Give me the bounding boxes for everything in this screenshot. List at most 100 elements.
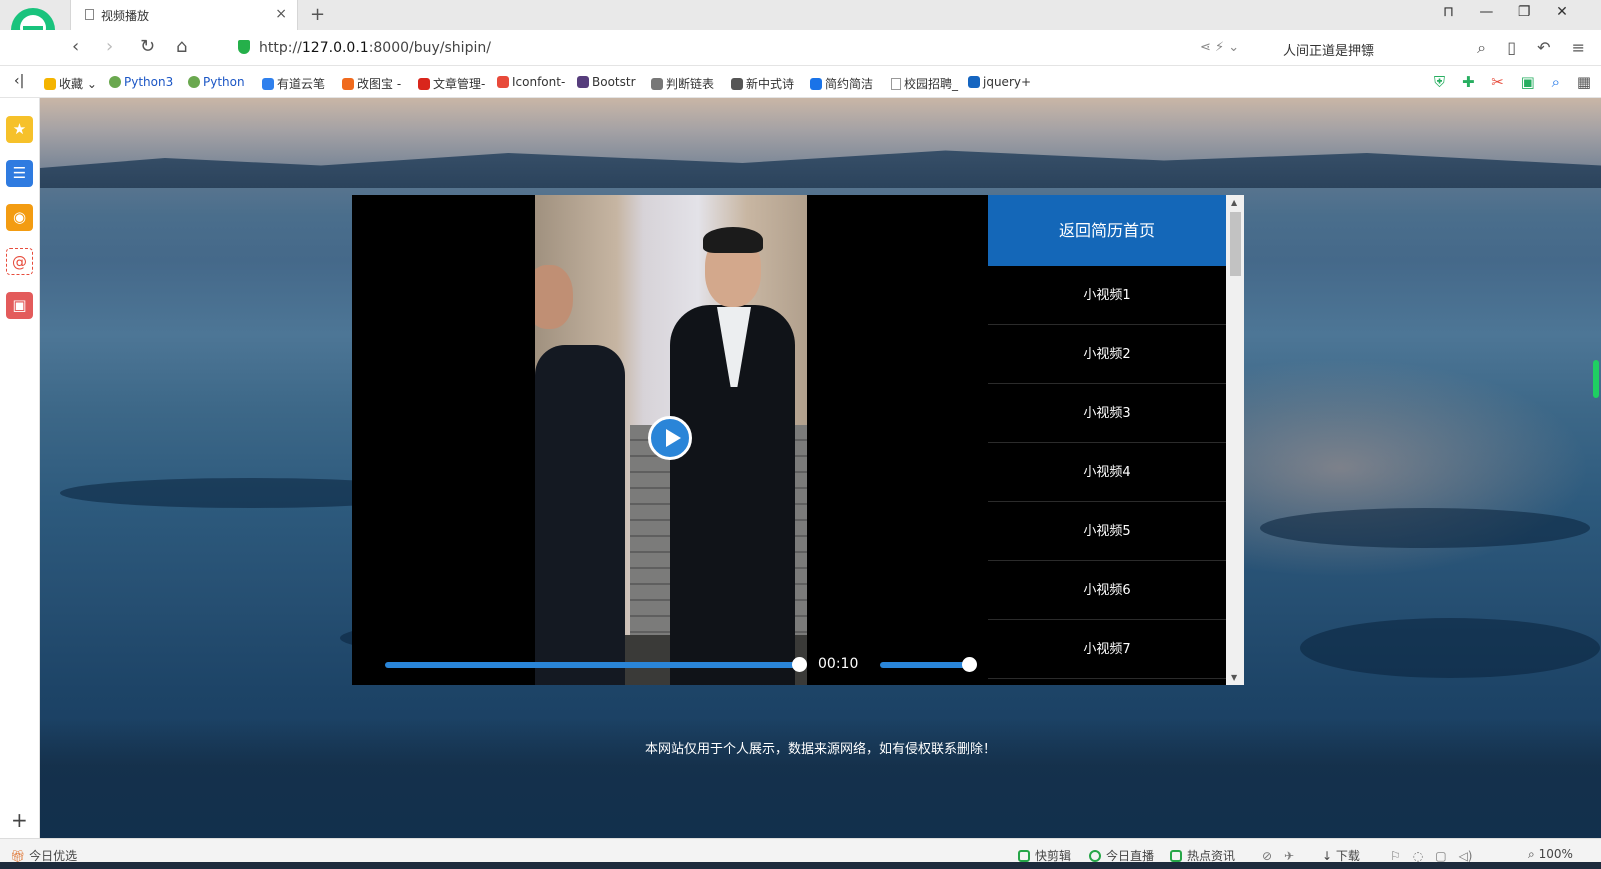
bookmark-item[interactable]: 简约简洁 [810,75,873,92]
bookmark-favicon-icon [810,78,822,90]
current-time: 00:10 [818,656,859,672]
playlist-item-5[interactable]: 小视频5 [988,502,1226,561]
progress-slider[interactable] [385,657,807,672]
os-taskbar [0,862,1601,869]
tab-video-play[interactable]: 视频播放 × [70,0,298,30]
refresh-icon[interactable]: ↻ [140,36,155,57]
bookmark-item[interactable]: Bootstr [577,75,636,89]
bookmark-item[interactable]: 校园招聘_ [891,75,958,92]
progress-knob[interactable] [792,657,807,672]
add-icon[interactable]: + [11,808,28,832]
back-to-resume-button[interactable]: 返回简历首页 [988,195,1226,266]
extension-icons: ⛨ ✚ ✂ ▣ ⌕ ▦ [1422,73,1591,91]
playlist-scrollbar[interactable]: ▲ ▼ [1226,195,1244,685]
news-icon[interactable]: ☰ [6,160,33,187]
page-content: 00:10 返回简历首页 小视频1 小视频2 小视频3 小视频4 小视频5 小视… [40,98,1601,838]
quick-edit-icon [1018,850,1030,862]
bookmark-item[interactable]: 改图宝 - [342,75,401,92]
weibo-icon[interactable]: ◉ [6,204,33,231]
bookmark-label: Iconfont- [512,75,566,89]
url-scheme: http:// [259,40,302,56]
bookmark-favicon-icon [109,76,121,88]
grid-icon[interactable]: ▦ [1577,73,1591,91]
bookmark-item[interactable]: 文章管理- [418,75,485,92]
playlist-item-6[interactable]: 小视频6 [988,561,1226,620]
page-icon [85,9,94,20]
bookmark-item[interactable]: 收藏 ⌄ [44,75,97,92]
video-person-right-hair [703,227,763,253]
restore-button[interactable]: ❐ [1507,4,1541,20]
bookmark-favicon-icon [651,78,663,90]
bookmark-item[interactable]: jquery+ [968,75,1031,89]
tab-bar: 视频播放 × + ⊓ — ❐ ✕ [0,0,1601,52]
side-toolbar: ★ ☰ ◉ @ ▣ + [0,98,40,838]
disclaimer-text: 本网站仅用于个人展示，数据来源网络，如有侵权联系删除！ [644,742,996,757]
search-input[interactable]: 人间正道是押镖 [1283,40,1374,59]
background-foam [40,718,1601,838]
share-icon[interactable]: ⋖ ⚡ ⌄ [1200,40,1239,55]
video-person-left-head [535,265,573,329]
zoom-level[interactable]: ⌕ 100% [1528,847,1573,862]
shield-extension-icon[interactable]: ⛨ [1434,73,1445,91]
scissors-icon[interactable]: ✂ [1491,73,1504,91]
playlist-item-4[interactable]: 小视频4 [988,443,1226,502]
search-icon[interactable]: ⌕ [1477,38,1486,57]
scroll-thumb[interactable] [1230,212,1241,276]
home-icon[interactable]: ⌂ [176,36,187,57]
scroll-down-icon[interactable]: ▼ [1231,673,1237,682]
volume-knob[interactable] [962,657,977,672]
bookmark-item[interactable]: 有道云笔 [262,75,325,92]
address-input[interactable]: http://127.0.0.1:8000/buy/shipin/ [259,40,491,56]
bookmark-label: 校园招聘_ [904,77,959,91]
mobile-icon[interactable]: ▯ [1507,38,1516,57]
minimize-button[interactable]: — [1469,4,1503,20]
today-picks-label: 今日优选 [29,849,78,863]
playlist-item-2[interactable]: 小视频2 [988,325,1226,384]
bookmark-label: Python3 [124,75,174,89]
video-person-left [535,345,625,685]
bookmark-label: jquery+ [983,75,1032,89]
news-status-icon [1170,850,1182,862]
game-extension-icon[interactable]: ▣ [1521,73,1535,91]
collapse-sidebar-icon[interactable]: ‹| [14,73,24,89]
zoom-value: 100% [1538,847,1573,861]
playlist-item-1[interactable]: 小视频1 [988,266,1226,325]
close-tab-icon[interactable]: × [275,6,287,22]
playlist-item-7[interactable]: 小视频7 [988,620,1226,679]
playlist-item-3[interactable]: 小视频3 [988,384,1226,443]
search-extension-icon[interactable]: ⌕ [1552,73,1560,91]
bookmark-favicon-icon [188,76,200,88]
menu-icon[interactable]: ≡ [1572,38,1585,57]
scroll-up-icon[interactable]: ▲ [1231,198,1237,207]
favorites-star-icon[interactable]: ★ [6,116,33,143]
bookmark-label: 改图宝 - [357,77,402,91]
game-icon[interactable]: ▣ [6,292,33,319]
nav-tools: ⌕ ▯ ↶ ≡ [1461,38,1585,58]
bookmark-favicon-icon [497,76,509,88]
translate-extension-icon[interactable]: ✚ [1462,73,1475,91]
window-controls: ⊓ — ❐ ✕ [1432,4,1579,20]
bookmarks-bar: ‹| 收藏 ⌄ Python3 Python 有道云笔 改图宝 - 文章管理- … [0,67,1601,98]
page-scroll-indicator[interactable] [1593,360,1599,398]
bookmark-favicon-icon [577,76,589,88]
bookmark-item[interactable]: 判断链表 [651,75,714,92]
bookmark-item[interactable]: Python [188,75,245,89]
navigation-bar: ‹ › ↻ ⌂ http://127.0.0.1:8000/buy/shipin… [0,30,1601,66]
close-window-button[interactable]: ✕ [1545,4,1579,20]
status-item-label: 快剪辑 [1035,849,1072,863]
bookmark-label: 简约简洁 [825,77,874,91]
video-player: 00:10 返回简历首页 小视频1 小视频2 小视频3 小视频4 小视频5 小视… [352,195,1244,685]
skin-icon[interactable]: ⊓ [1432,4,1466,20]
bookmark-item[interactable]: Iconfont- [497,75,565,89]
bookmark-item[interactable]: Python3 [109,75,173,89]
play-button-icon[interactable] [648,416,692,460]
new-tab-button[interactable]: + [310,4,325,25]
volume-slider[interactable] [880,657,977,672]
mail-icon[interactable]: @ [6,248,33,275]
back-icon[interactable]: ‹ [72,36,79,57]
bookmark-item[interactable]: 新中式诗 [731,75,794,92]
undo-icon[interactable]: ↶ [1537,38,1550,57]
gift-icon: 🎁︎ [10,849,26,863]
download-icon: ↓ [1322,849,1333,863]
forward-icon[interactable]: › [106,36,113,57]
